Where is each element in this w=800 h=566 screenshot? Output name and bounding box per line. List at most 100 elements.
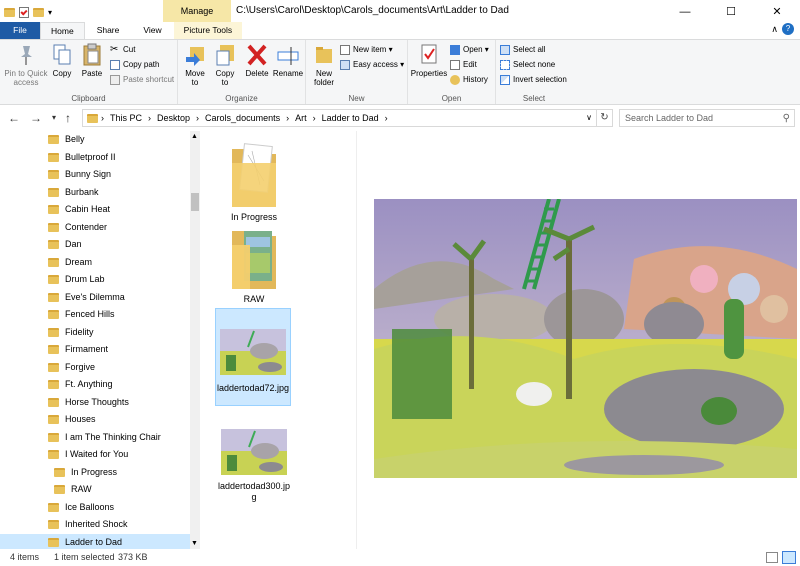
address-folder-icon [87, 114, 98, 123]
minimize-button[interactable]: — [662, 0, 708, 24]
back-arrow-icon[interactable]: ← [6, 110, 22, 126]
new-folder-icon [313, 43, 335, 67]
nav-item-drum-lab[interactable]: Drum Lab [0, 271, 190, 288]
nav-item-raw[interactable]: RAW [0, 481, 190, 498]
file-item-laddertodad72[interactable]: laddertodad72.jpg [215, 308, 291, 406]
copy-path-button[interactable]: Copy path [110, 58, 159, 72]
nav-item-fenced-hills[interactable]: Fenced Hills [0, 306, 190, 323]
folder-icon [48, 275, 59, 284]
nav-item-label: Bunny Sign [65, 169, 112, 179]
nav-item-dream[interactable]: Dream [0, 254, 190, 271]
new-folder-qat-icon[interactable] [33, 7, 44, 17]
nav-item-belly[interactable]: Belly [0, 131, 190, 148]
nav-item-ft-anything[interactable]: Ft. Anything [0, 376, 190, 393]
nav-item-bulletproof-ii[interactable]: Bulletproof II [0, 149, 190, 166]
nav-item-dan[interactable]: Dan [0, 236, 190, 253]
move-to-button[interactable]: Move to [180, 43, 210, 87]
file-item-laddertodad300[interactable]: laddertodad300.jpg [216, 429, 292, 503]
nav-item-burbank[interactable]: Burbank [0, 184, 190, 201]
properties-button[interactable]: Properties [410, 43, 448, 78]
copy-to-icon [214, 43, 236, 67]
rename-button[interactable]: Rename [272, 43, 304, 78]
nav-item-label: Belly [65, 134, 85, 144]
new-folder-button[interactable]: New folder [310, 43, 338, 87]
delete-button[interactable]: Delete [242, 43, 272, 78]
scroll-down-icon[interactable]: ▼ [191, 540, 198, 547]
nav-scrollbar-thumb[interactable] [191, 193, 199, 211]
breadcrumb-ladder-to-dad[interactable]: Ladder to Dad [322, 113, 379, 123]
copy-button[interactable]: Copy [48, 43, 76, 78]
breadcrumb-carols-documents[interactable]: Carols_documents [205, 113, 280, 123]
breadcrumb-this-pc[interactable]: This PC [110, 113, 142, 123]
nav-item-in-progress[interactable]: In Progress [0, 464, 190, 481]
large-icons-view-icon[interactable] [782, 551, 796, 564]
manage-context-tab[interactable]: Manage [163, 0, 231, 24]
history-button[interactable]: History [450, 73, 488, 87]
paste-button[interactable]: Paste [78, 43, 106, 78]
nav-item-fidelity[interactable]: Fidelity [0, 324, 190, 341]
nav-item-label: Fenced Hills [65, 309, 115, 319]
maximize-button[interactable]: ☐ [708, 0, 754, 24]
tab-file[interactable]: File [0, 22, 40, 39]
customize-qat-icon[interactable]: ▾ [48, 8, 52, 17]
file-item-raw[interactable]: RAW [216, 223, 292, 305]
nav-item-label: Ice Balloons [65, 501, 115, 512]
pin-to-quick-access-button[interactable]: Pin to Quick access [4, 43, 48, 87]
nav-item-houses[interactable]: Houses [0, 411, 190, 428]
status-size: 373 KB [118, 552, 148, 562]
easy-access-button[interactable]: Easy access ▾ [340, 58, 404, 72]
history-icon [450, 75, 460, 85]
edit-button[interactable]: Edit [450, 58, 477, 72]
nav-item-inherited-shock[interactable]: Inherited Shock [0, 516, 190, 533]
tab-home[interactable]: Home [40, 22, 85, 39]
folder-icon [232, 143, 276, 207]
copy-to-button[interactable]: Copy to [210, 43, 240, 87]
nav-item-cabin-heat[interactable]: Cabin Heat [0, 201, 190, 218]
select-all-button[interactable]: Select all [500, 43, 545, 57]
tab-view[interactable]: View [131, 22, 173, 39]
breadcrumb-desktop[interactable]: Desktop [157, 113, 190, 123]
tab-picture-tools[interactable]: Picture Tools [173, 22, 243, 39]
folder-icon [232, 231, 276, 289]
nav-item-ice-balloons[interactable]: Ice Balloons [0, 499, 190, 516]
nav-item-eves-dilemma[interactable]: Eve's Dilemma [0, 289, 190, 306]
nav-item-bunny-sign[interactable]: Bunny Sign [0, 166, 190, 183]
nav-item-contender[interactable]: Contender [0, 219, 190, 236]
nav-item-thinking-chair[interactable]: I am The Thinking Chair [0, 429, 190, 446]
cut-button[interactable]: ✂ Cut [110, 43, 135, 57]
new-item-button[interactable]: New item ▾ [340, 43, 393, 57]
close-button[interactable]: ✕ [754, 0, 800, 24]
invert-selection-icon [500, 75, 510, 85]
paste-shortcut-button[interactable]: Paste shortcut [110, 73, 174, 87]
nav-item-horse-thoughts[interactable]: Horse Thoughts [0, 394, 190, 411]
select-none-button[interactable]: Select none [500, 58, 555, 72]
properties-qat-icon[interactable] [19, 6, 29, 18]
nav-item-label: Burbank [65, 186, 99, 197]
invert-selection-label: Invert selection [513, 75, 567, 84]
folder-icon [48, 415, 59, 424]
status-item-count: 4 items [10, 552, 40, 562]
nav-item-ladder-to-dad[interactable]: Ladder to Dad [0, 533, 190, 549]
open-button[interactable]: Open ▾ [450, 43, 489, 57]
refresh-icon[interactable]: ↻ [597, 109, 613, 127]
file-item-in-progress[interactable]: In Progress [216, 141, 292, 223]
forward-arrow-icon[interactable]: → [28, 110, 44, 126]
breadcrumb-art[interactable]: Art [295, 113, 307, 123]
nav-item-i-waited-for-you[interactable]: I Waited for You [0, 446, 190, 463]
address-dropdown-icon[interactable]: ∨ [586, 113, 592, 122]
folder-icon [48, 362, 59, 372]
up-arrow-icon[interactable]: ↑ [60, 110, 76, 126]
copy-path-label: Copy path [123, 60, 160, 69]
invert-selection-button[interactable]: Invert selection [500, 73, 567, 87]
nav-item-firmament[interactable]: Firmament [0, 341, 190, 358]
address-bar[interactable]: › This PC › Desktop › Carols_documents › Ar… [82, 109, 597, 127]
scroll-up-icon[interactable]: ▲ [191, 133, 198, 140]
window-controls: — ☐ ✕ [662, 0, 800, 24]
help-icon[interactable]: ? [782, 23, 794, 35]
collapse-ribbon-icon[interactable]: ∧ [771, 24, 778, 35]
details-view-icon[interactable] [766, 552, 778, 563]
tab-share[interactable]: Share [85, 22, 132, 39]
nav-item-label: Inherited Shock [65, 519, 128, 529]
nav-item-forgive[interactable]: Forgive [0, 359, 190, 376]
search-input[interactable]: Search Ladder to Dad ⚲ [619, 109, 795, 127]
